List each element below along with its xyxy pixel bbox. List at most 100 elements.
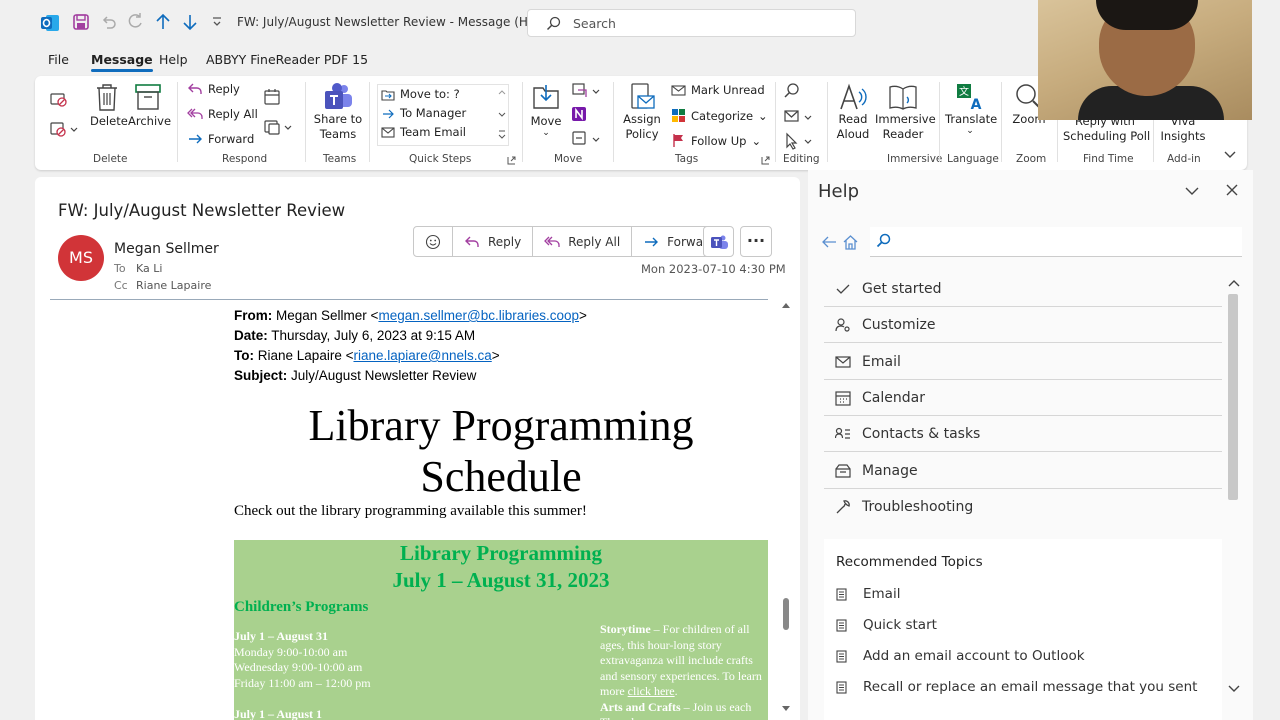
read-aloud-button[interactable]: Read Aloud	[833, 82, 873, 142]
reply-button[interactable]: Reply	[187, 82, 240, 96]
storytime-link[interactable]: click here	[628, 684, 675, 698]
wrench-icon	[836, 500, 850, 514]
help-item-calendar[interactable]: Calendar	[824, 380, 1222, 416]
help-item-customize[interactable]: Customize	[824, 307, 1222, 343]
forward-button[interactable]: Forward	[187, 132, 254, 146]
group-editing-label: Editing	[783, 153, 820, 165]
more-actions-button[interactable]: ···	[740, 226, 772, 257]
webcam-person-hair	[1096, 0, 1198, 30]
follow-up-label: Follow Up	[691, 133, 747, 148]
move-button[interactable]: Move ⌄	[529, 82, 563, 138]
save-icon[interactable]	[72, 13, 90, 31]
block1-line3: Friday 11:00 am – 12:00 pm	[234, 676, 371, 690]
customize-qat-icon[interactable]	[211, 16, 223, 28]
reply-action-button[interactable]: Reply	[453, 227, 534, 256]
separator	[775, 82, 776, 162]
help-scrollbar[interactable]	[1226, 276, 1242, 696]
dialog-launcher-icon[interactable]	[507, 156, 516, 165]
qs-move-label: Move to: ?	[400, 87, 460, 101]
recommended-item[interactable]: Email	[836, 586, 900, 602]
viva-line2: Insights	[1160, 129, 1206, 143]
qs-manager-label: To Manager	[400, 106, 467, 120]
find-icon[interactable]	[783, 82, 801, 100]
more-respond-icon[interactable]	[263, 118, 293, 136]
redo-icon[interactable]	[126, 13, 144, 31]
avatar[interactable]: MS	[58, 235, 104, 281]
close-icon[interactable]	[1226, 184, 1238, 196]
home-icon[interactable]	[842, 234, 859, 250]
onenote-icon[interactable]	[571, 106, 587, 122]
quick-step-team-email[interactable]: Team Email	[381, 125, 466, 139]
teams-share-button[interactable]	[703, 226, 734, 257]
menu-file[interactable]: File	[48, 52, 69, 67]
actions-icon[interactable]	[571, 130, 601, 148]
search-placeholder: Search	[573, 16, 616, 31]
mark-unread-button[interactable]: Mark Unread	[671, 83, 765, 97]
message-action-bar: Reply Reply All Forward	[413, 226, 727, 257]
help-item-troubleshooting[interactable]: Troubleshooting	[824, 489, 1222, 525]
translate-button[interactable]: 文A Translate ⌄	[945, 82, 997, 136]
reply-icon	[188, 83, 202, 94]
help-item-contacts[interactable]: Contacts & tasks	[824, 416, 1222, 452]
reply-all-action-button[interactable]: Reply All	[533, 227, 633, 256]
to-recipient[interactable]: Ka Li	[136, 262, 162, 275]
separator	[939, 82, 940, 162]
follow-up-button[interactable]: Follow Up ⌄	[671, 133, 761, 148]
menu-abbyy[interactable]: ABBYY FineReader PDF 15	[206, 52, 368, 67]
fw-from-email-link[interactable]: megan.sellmer@bc.libraries.coop	[378, 308, 579, 323]
back-icon[interactable]	[821, 235, 837, 249]
select-icon[interactable]	[783, 132, 813, 150]
cc-recipient[interactable]: Riane Lapaire	[136, 279, 211, 292]
reply-all-button[interactable]: Reply All	[187, 107, 258, 121]
help-item-email[interactable]: Email	[824, 344, 1222, 380]
ignore-icon[interactable]	[49, 90, 67, 108]
previous-item-icon[interactable]	[154, 13, 172, 31]
email-body: From: Megan Sellmer <megan.sellmer@bc.li…	[234, 306, 768, 386]
separator	[1001, 82, 1002, 162]
cleanup-icon[interactable]	[49, 120, 79, 138]
recommended-item[interactable]: Quick start	[836, 617, 937, 633]
archive-button[interactable]: Archive	[128, 82, 171, 129]
recommended-item[interactable]: Add an email account to Outlook	[836, 648, 1085, 664]
gallery-up-icon[interactable]	[497, 86, 507, 144]
help-search-input[interactable]	[870, 227, 1242, 257]
react-button[interactable]	[414, 227, 453, 256]
share-to-teams-button[interactable]: Share to Teams	[313, 82, 363, 142]
ribbon-expand-icon[interactable]	[1224, 150, 1236, 160]
assign-line1: Assign	[623, 112, 661, 126]
dialog-launcher-icon[interactable]	[761, 156, 770, 165]
fw-to-name: Riane Lapaire <	[257, 348, 354, 363]
undo-icon[interactable]	[100, 13, 118, 31]
archive-icon	[135, 84, 161, 110]
chevron-down-icon: ⌄	[751, 133, 762, 148]
help-item-manage[interactable]: Manage	[824, 453, 1222, 489]
quick-step-move-to[interactable]: Move to: ?	[381, 87, 460, 101]
help-collapse-icon[interactable]	[1185, 186, 1199, 196]
categorize-button[interactable]: Categorize ⌄	[671, 108, 768, 123]
fw-to-email-link[interactable]: riane.lapiare@nnels.ca	[353, 348, 491, 363]
immersive-reader-button[interactable]: Immersive Reader	[875, 82, 936, 142]
separator	[613, 82, 614, 162]
help-item-get-started[interactable]: Get started	[824, 271, 1222, 307]
search-box[interactable]: Search	[527, 9, 856, 37]
reading-scrollbar[interactable]	[780, 300, 792, 720]
reply-icon	[465, 236, 479, 247]
separator	[522, 82, 523, 162]
recommended-item[interactable]: Recall or replace an email message that …	[836, 679, 1197, 695]
delete-button[interactable]: Delete	[90, 82, 128, 129]
next-item-icon[interactable]	[181, 13, 199, 31]
related-icon[interactable]	[783, 108, 813, 126]
meeting-reply-icon[interactable]	[263, 88, 281, 106]
rules-icon[interactable]	[571, 82, 601, 100]
menu-message[interactable]: Message	[91, 52, 153, 72]
assign-policy-button[interactable]: Assign Policy	[619, 82, 665, 142]
group-teams-label: Teams	[323, 153, 357, 165]
sender-name[interactable]: Megan Sellmer	[114, 241, 219, 257]
help-item-label: Contacts & tasks	[862, 425, 981, 442]
quick-step-to-manager[interactable]: To Manager	[381, 106, 466, 120]
menu-help[interactable]: Help	[159, 52, 188, 67]
help-title: Help	[818, 181, 860, 202]
group-immersive-label: Immersive	[887, 153, 943, 165]
delete-icon	[97, 84, 117, 111]
to-label: To	[114, 262, 126, 275]
